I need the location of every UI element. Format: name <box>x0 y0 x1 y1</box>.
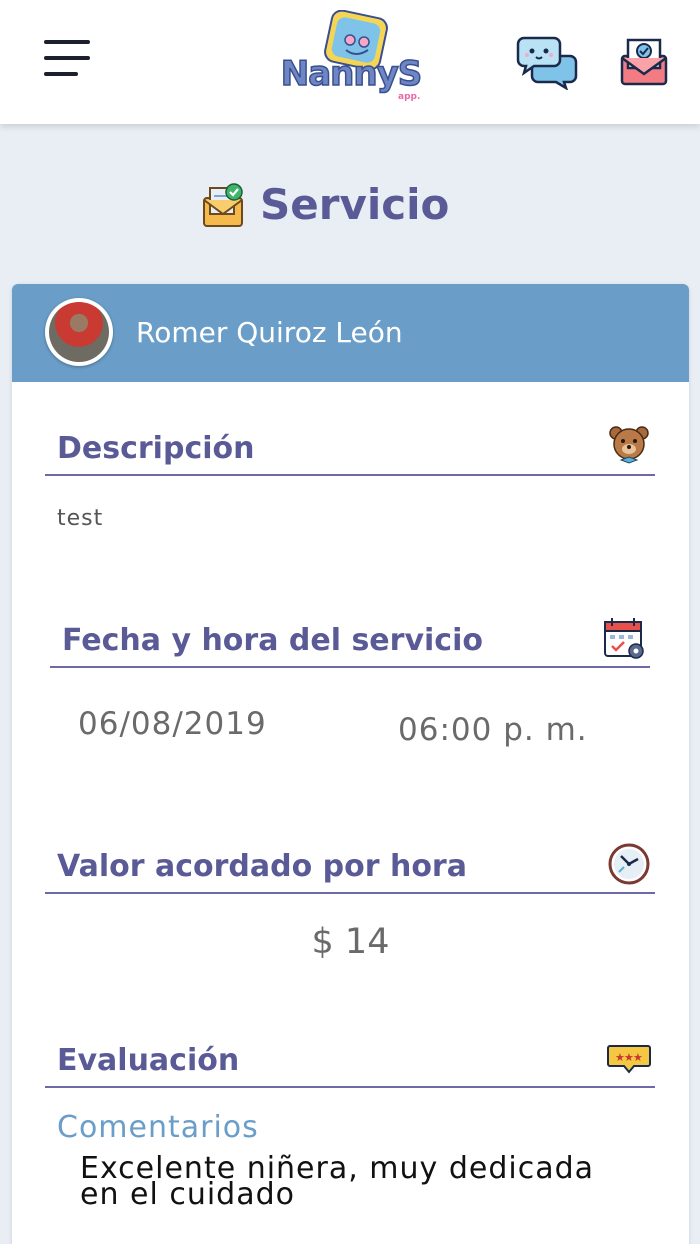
service-time: 06:00 p. m. <box>398 712 588 748</box>
avatar[interactable] <box>45 298 113 366</box>
app-logo[interactable]: NannyS app. <box>276 9 426 102</box>
avatar-photo <box>49 302 109 362</box>
teddy-bear-icon <box>607 424 651 468</box>
logo-text: NannyS <box>280 53 423 95</box>
service-card: Romer Quiroz León Descripción test Fecha… <box>12 284 689 1244</box>
top-bar: NannyS app. <box>0 0 700 124</box>
datetime-label: Fecha y hora del servicio <box>62 623 483 658</box>
user-name: Romer Quiroz León <box>136 316 403 349</box>
card-header: Romer Quiroz León <box>12 284 689 382</box>
evaluation-label: Evaluación <box>57 1043 240 1078</box>
comments-text: Excelente niñera, muy dedicada en el cui… <box>80 1151 595 1212</box>
description-label: Descripción <box>57 431 255 466</box>
description-value: test <box>57 506 104 531</box>
rating-stars-icon: ★ ★ ★ <box>607 1036 651 1080</box>
rate-section-header: Valor acordado por hora <box>45 843 655 894</box>
page-title: Servicio <box>260 180 450 229</box>
clock-icon <box>607 842 651 886</box>
mail-check-icon[interactable] <box>618 36 670 88</box>
evaluation-section-header: Evaluación ★ ★ ★ <box>45 1040 655 1088</box>
page-title-row: Servicio <box>0 178 700 238</box>
chat-bubbles-icon[interactable] <box>516 34 578 91</box>
logo-subtext: app. <box>398 92 421 102</box>
envelope-check-icon <box>200 182 246 230</box>
svg-text:★: ★ <box>633 1051 643 1064</box>
hamburger-menu-icon[interactable] <box>44 40 92 76</box>
rate-value: $ 14 <box>311 922 390 962</box>
service-date: 06/08/2019 <box>78 706 267 742</box>
rate-label: Valor acordado por hora <box>57 849 467 884</box>
calendar-icon <box>602 616 646 660</box>
datetime-section-header: Fecha y hora del servicio <box>50 618 650 668</box>
comments-label: Comentarios <box>57 1110 259 1145</box>
description-section-header: Descripción <box>45 426 655 476</box>
